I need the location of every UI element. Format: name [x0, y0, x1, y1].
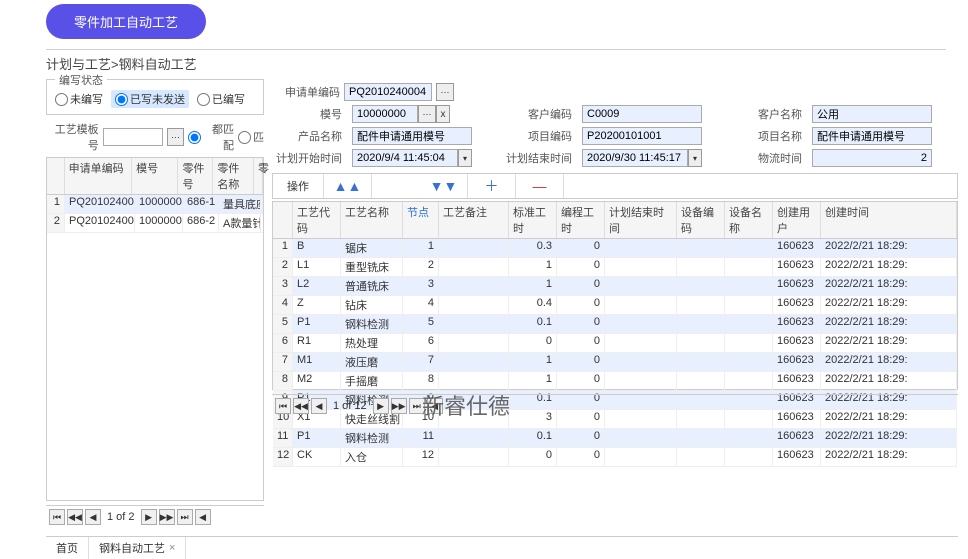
radio-match-all[interactable]: 都匹配 [188, 121, 234, 153]
input-proj-name[interactable] [812, 127, 932, 145]
label-logistics: 物流时间 [732, 150, 802, 166]
toolbar-label: 操作 [273, 174, 324, 198]
input-cust-code[interactable] [582, 105, 702, 123]
pager-prev-page[interactable]: ◀◀ [67, 509, 83, 525]
col-user[interactable]: 创建用户 [773, 202, 821, 238]
top-nav-button[interactable]: 零件加工自动工艺 [46, 4, 206, 39]
status-panel-title: 编写状态 [55, 72, 107, 88]
table-row[interactable]: 8M2手摇磨8101606232022/2/21 18:29: [273, 372, 957, 391]
template-label: 工艺模板号 [46, 121, 99, 153]
col-plan-end[interactable]: 计划结束时间 [605, 202, 677, 238]
label-cust-code: 客户编码 [502, 106, 572, 122]
table-row[interactable]: 2L1重型铣床2101606232022/2/21 18:29: [273, 258, 957, 277]
col-time[interactable]: 创建时间 [821, 202, 957, 238]
mold-clear[interactable]: x [436, 105, 450, 123]
add-button[interactable]: ＋ [468, 174, 516, 198]
label-cust-name: 客户名称 [732, 106, 802, 122]
template-lookup-button[interactable]: ⋯ [167, 128, 184, 146]
radio-written[interactable]: 已编写 [197, 91, 245, 107]
table-row[interactable]: 11P1钢料检测110.101606232022/2/21 18:29: [273, 429, 957, 448]
col-node[interactable]: 节点 [403, 202, 439, 238]
col-part-no[interactable]: 零件号 [178, 158, 213, 194]
pager-prev[interactable]: ◀ [311, 398, 327, 414]
pager-scroll-left[interactable]: ◀ [195, 509, 211, 525]
label-plan-end: 计划结束时间 [502, 150, 572, 166]
col-std-hours[interactable]: 标准工时 [509, 202, 557, 238]
label-prod-name: 产品名称 [272, 128, 342, 144]
pager-text: 1 of 2 [103, 511, 139, 523]
tab-steel-auto-process[interactable]: 钢料自动工艺× [89, 537, 186, 559]
table-row[interactable]: 3L2普通铣床3101606232022/2/21 18:29: [273, 277, 957, 296]
pager-first[interactable]: ⏮ [49, 509, 65, 525]
pager-next[interactable]: ▶ [373, 398, 389, 414]
table-row[interactable]: 5P1钢料检测50.101606232022/2/21 18:29: [273, 315, 957, 334]
radio-unwritten[interactable]: 未编写 [55, 91, 103, 107]
plan-start-dropdown[interactable]: ▾ [458, 149, 472, 167]
col-proc-code[interactable]: 工艺代码 [293, 202, 341, 238]
col-dev-name[interactable]: 设备名称 [725, 202, 773, 238]
status-panel: 编写状态 未编写 已写未发送 已编写 [46, 79, 264, 115]
pager-prev[interactable]: ◀ [85, 509, 101, 525]
move-top-button[interactable]: ▲▲ [324, 174, 372, 198]
col-mold[interactable]: 模号 [132, 158, 178, 194]
radio-match-other[interactable]: 匹 [238, 129, 264, 145]
right-grid: 工艺代码 工艺名称 节点 工艺备注 标准工时 编程工时 计划结束时间 设备编码 … [272, 201, 958, 390]
pager-text: 1 of 12 [329, 400, 371, 412]
label-mold: 模号 [272, 106, 342, 122]
input-mold[interactable] [352, 105, 418, 123]
close-icon[interactable]: × [169, 542, 175, 554]
left-grid: 申请单编码 模号 零件号 零件名称 零 1PQ20102400041000000… [46, 157, 264, 501]
input-proj-code[interactable] [582, 127, 702, 145]
table-row[interactable]: 4Z钻床40.401606232022/2/21 18:29: [273, 296, 957, 315]
right-pager: ⏮ ◀◀ ◀ 1 of 12 ▶ ▶▶ ⏭ ◀ 新睿仕德 [272, 394, 958, 417]
left-pager: ⏮ ◀◀ ◀ 1 of 2 ▶ ▶▶ ⏭ ◀ [46, 505, 264, 528]
pager-first[interactable]: ⏮ [275, 398, 291, 414]
table-row[interactable]: 1PQ201024000410000000686-1量具底座 [47, 195, 263, 214]
input-logistics[interactable] [812, 149, 932, 167]
label-proj-code: 项目编码 [502, 128, 572, 144]
label-plan-start: 计划开始时间 [272, 150, 342, 166]
template-input[interactable] [103, 128, 163, 146]
pager-next-page[interactable]: ▶▶ [391, 398, 407, 414]
input-prod-name[interactable] [352, 127, 472, 145]
pager-prev-page[interactable]: ◀◀ [293, 398, 309, 414]
remove-button[interactable]: — [516, 174, 564, 198]
table-row[interactable]: 1B锯床10.301606232022/2/21 18:29: [273, 239, 957, 258]
input-cust-name[interactable] [812, 105, 932, 123]
table-row[interactable]: 12CK入仓12001606232022/2/21 18:29: [273, 448, 957, 467]
col-proc-name[interactable]: 工艺名称 [341, 202, 403, 238]
pager-last[interactable]: ⏭ [409, 398, 425, 414]
input-request-code[interactable] [344, 83, 432, 101]
mold-lookup[interactable]: ⋯ [418, 105, 436, 123]
request-code-lookup[interactable]: ⋯ [436, 83, 454, 101]
tab-home[interactable]: 首页 [46, 537, 89, 559]
input-plan-end[interactable] [582, 149, 688, 167]
tab-bar: 首页 钢料自动工艺× [46, 536, 958, 559]
breadcrumb: 计划与工艺>钢料自动工艺 [46, 49, 946, 73]
col-request-code[interactable]: 申请单编码 [65, 158, 132, 194]
input-plan-start[interactable] [352, 149, 458, 167]
col-remark[interactable]: 工艺备注 [439, 202, 509, 238]
col-prog-hours[interactable]: 编程工时 [557, 202, 605, 238]
pager-last[interactable]: ⏭ [177, 509, 193, 525]
label-request-code: 申请单编码 [272, 84, 340, 100]
pager-next[interactable]: ▶ [141, 509, 157, 525]
table-row[interactable]: 6R1热处理6001606232022/2/21 18:29: [273, 334, 957, 353]
pager-scroll-left[interactable]: ◀ [427, 398, 443, 414]
radio-written-unsent[interactable]: 已写未发送 [111, 90, 189, 108]
col-dev-code[interactable]: 设备编码 [677, 202, 725, 238]
move-down-button[interactable]: ▼▼ [420, 174, 468, 198]
table-row[interactable]: 7M1液压磨7101606232022/2/21 18:29: [273, 353, 957, 372]
plan-end-dropdown[interactable]: ▾ [688, 149, 702, 167]
table-row[interactable]: 2PQ201024000410000000686-2A款量针 [47, 214, 263, 233]
col-part-name[interactable]: 零件名称 [213, 158, 254, 194]
toolbar: 操作 ▲▲ ▼▼ ＋ — [272, 173, 958, 199]
label-proj-name: 项目名称 [732, 128, 802, 144]
pager-next-page[interactable]: ▶▶ [159, 509, 175, 525]
